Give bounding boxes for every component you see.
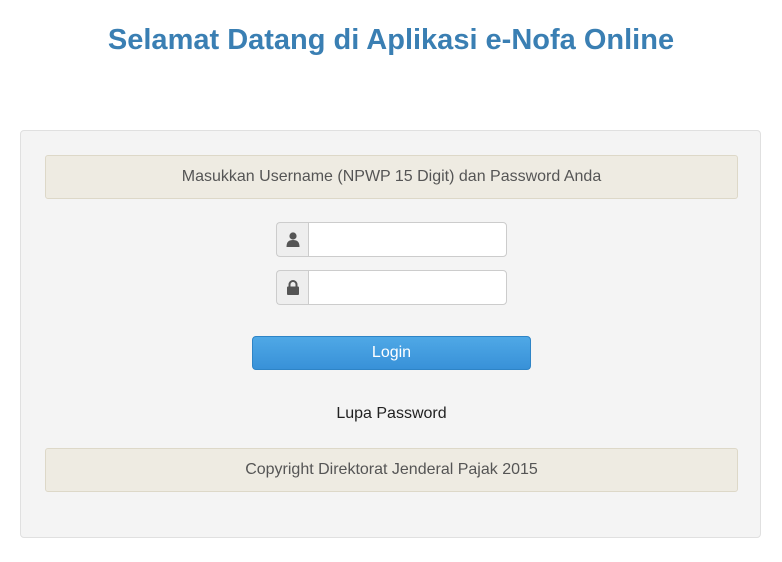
username-input-group — [276, 222, 507, 257]
login-panel: Masukkan Username (NPWP 15 Digit) dan Pa… — [20, 130, 761, 538]
copyright-notice: Copyright Direktorat Jenderal Pajak 2015 — [45, 448, 738, 492]
password-input[interactable] — [308, 270, 507, 305]
user-icon — [276, 222, 308, 257]
lock-icon — [276, 270, 308, 305]
forgot-password-link[interactable]: Lupa Password — [336, 405, 446, 422]
login-button[interactable]: Login — [252, 336, 531, 370]
password-input-group — [276, 270, 507, 305]
forgot-password-row: Lupa Password — [21, 405, 762, 423]
instruction-notice: Masukkan Username (NPWP 15 Digit) dan Pa… — [45, 155, 738, 199]
login-page: Selamat Datang di Aplikasi e-Nofa Online… — [0, 0, 782, 562]
page-title: Selamat Datang di Aplikasi e-Nofa Online — [107, 24, 675, 56]
username-input[interactable] — [308, 222, 507, 257]
